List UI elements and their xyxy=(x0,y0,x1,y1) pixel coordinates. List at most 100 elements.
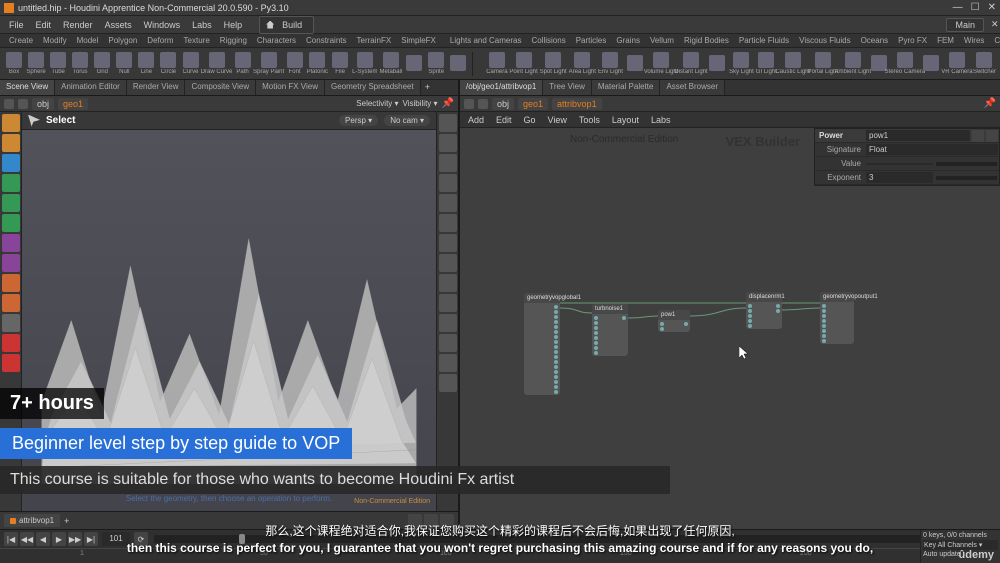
shelf-tool[interactable]: Stereo Camera xyxy=(891,52,919,75)
nav-fwd-icon[interactable] xyxy=(478,99,488,109)
display-option-icon[interactable] xyxy=(439,194,457,212)
minimize-button[interactable]: — xyxy=(953,2,963,13)
menu-help[interactable]: Help xyxy=(219,18,248,32)
network-menu[interactable]: Tools xyxy=(575,115,604,125)
shelf-cat[interactable]: Rigging xyxy=(217,36,250,45)
shelf-cat[interactable]: Vellum xyxy=(647,36,677,45)
shelf-tool[interactable]: Path xyxy=(233,52,253,75)
path-obj[interactable]: obj xyxy=(492,98,514,110)
input-port[interactable] xyxy=(594,351,598,355)
display-option-icon[interactable] xyxy=(439,254,457,272)
nav-back-icon[interactable] xyxy=(4,99,14,109)
display-option-icon[interactable] xyxy=(439,354,457,372)
input-port[interactable] xyxy=(822,334,826,338)
shelf-tool[interactable]: Distant Light xyxy=(677,52,705,75)
output-port[interactable] xyxy=(684,322,688,326)
shelf-cat[interactable]: Polygon xyxy=(105,36,140,45)
output-port[interactable] xyxy=(554,345,558,349)
network-menu[interactable]: Go xyxy=(520,115,540,125)
output-port[interactable] xyxy=(554,390,558,394)
network-menu[interactable]: Edit xyxy=(492,115,516,125)
shelf-cat[interactable]: Wires xyxy=(961,36,987,45)
menu-edit[interactable]: Edit xyxy=(31,18,57,32)
display-option-icon[interactable] xyxy=(439,154,457,172)
input-port[interactable] xyxy=(594,316,598,320)
shelf-cat[interactable]: Collisions xyxy=(528,36,568,45)
viewport-tool-icon[interactable] xyxy=(2,274,20,292)
input-port[interactable] xyxy=(594,331,598,335)
shelf-cat[interactable]: Deform xyxy=(144,36,176,45)
display-option-icon[interactable] xyxy=(439,294,457,312)
shelf-tool[interactable]: VR Camera xyxy=(943,52,971,75)
viewport-tool-icon[interactable] xyxy=(2,294,20,312)
input-port[interactable] xyxy=(822,319,826,323)
input-port[interactable] xyxy=(822,309,826,313)
value-slider[interactable] xyxy=(936,162,997,166)
pane-tab[interactable]: Asset Browser xyxy=(660,80,725,95)
shelf-cat[interactable]: Particles xyxy=(573,36,610,45)
network-menu[interactable]: Layout xyxy=(608,115,643,125)
output-port[interactable] xyxy=(554,320,558,324)
viewport-tool-icon[interactable] xyxy=(2,114,20,132)
output-port[interactable] xyxy=(554,310,558,314)
display-option-icon[interactable] xyxy=(439,374,457,392)
param-exponent[interactable]: 3 xyxy=(866,172,933,183)
output-port[interactable] xyxy=(554,335,558,339)
camera-nocam-chip[interactable]: No cam ▾ xyxy=(384,115,430,126)
shelf-tool[interactable]: Null xyxy=(114,52,134,75)
vop-node-n4[interactable]: displacenrm1 xyxy=(746,292,782,329)
input-port[interactable] xyxy=(748,314,752,318)
shelf-cat[interactable]: SimpleFX xyxy=(398,36,439,45)
path-node[interactable]: attribvop1 xyxy=(552,98,602,110)
shelf-tool[interactable]: Line xyxy=(136,52,156,75)
pane-tab[interactable]: Material Palette xyxy=(592,80,661,95)
pane-tab[interactable]: Tree View xyxy=(543,80,592,95)
viewport-tool-icon[interactable] xyxy=(2,254,20,272)
pin-icon[interactable]: 📌 xyxy=(442,98,454,109)
vop-node-n2[interactable]: turbnoise1 xyxy=(592,304,628,356)
display-option-icon[interactable] xyxy=(439,214,457,232)
input-port[interactable] xyxy=(748,309,752,313)
gear-icon[interactable] xyxy=(972,130,984,142)
shelf-cat[interactable]: Particle Fluids xyxy=(736,36,792,45)
output-port[interactable] xyxy=(776,309,780,313)
pane-tab[interactable]: Scene View xyxy=(0,80,55,95)
shelf-tool[interactable] xyxy=(404,55,424,72)
shelf-tool[interactable]: Spray Paint xyxy=(255,52,283,75)
close-button[interactable]: ✕ xyxy=(988,2,996,13)
shelf-tool[interactable]: Sky Light xyxy=(729,52,754,75)
input-port[interactable] xyxy=(822,324,826,328)
display-option-icon[interactable] xyxy=(439,234,457,252)
pane-tab[interactable]: Animation Editor xyxy=(55,80,127,95)
param-node-name[interactable]: pow1 xyxy=(866,130,970,141)
output-port[interactable] xyxy=(554,355,558,359)
shelf-cat[interactable]: Grains xyxy=(613,36,643,45)
shelf-tool[interactable]: Caustic Light xyxy=(779,52,807,75)
viewport-tool-icon[interactable] xyxy=(2,214,20,232)
shelf-tool[interactable]: Curve xyxy=(181,52,201,75)
pane-tab[interactable]: Motion FX View xyxy=(256,80,325,95)
menu-labs[interactable]: Labs xyxy=(187,18,217,32)
shelf-tool[interactable]: Env Light xyxy=(598,52,623,75)
shelf-tool[interactable]: Point Light xyxy=(510,52,538,75)
shelf-tool[interactable] xyxy=(921,55,941,72)
input-port[interactable] xyxy=(594,336,598,340)
shelf-tool[interactable]: Draw Curve xyxy=(203,52,231,75)
pin-icon[interactable]: 📌 xyxy=(984,98,996,109)
output-port[interactable] xyxy=(554,315,558,319)
pane-tab[interactable]: Geometry Spreadsheet xyxy=(325,80,421,95)
visibility-label[interactable]: Visibility ▾ xyxy=(403,99,438,108)
param-value[interactable] xyxy=(866,163,933,165)
input-port[interactable] xyxy=(822,339,826,343)
shelf-tool[interactable]: Portal Light xyxy=(809,52,837,75)
input-port[interactable] xyxy=(822,314,826,318)
tab-add-icon[interactable]: + xyxy=(421,80,434,95)
viewport-tool-icon[interactable] xyxy=(2,134,20,152)
shelf-tool[interactable]: Tube xyxy=(48,52,68,75)
shelf-cat[interactable]: Oceans xyxy=(858,36,892,45)
output-port[interactable] xyxy=(554,340,558,344)
shelf-tool[interactable]: Switcher xyxy=(973,52,996,75)
menu-file[interactable]: File xyxy=(4,18,29,32)
input-port[interactable] xyxy=(660,327,664,331)
shelf-cat[interactable]: FEM xyxy=(934,36,957,45)
